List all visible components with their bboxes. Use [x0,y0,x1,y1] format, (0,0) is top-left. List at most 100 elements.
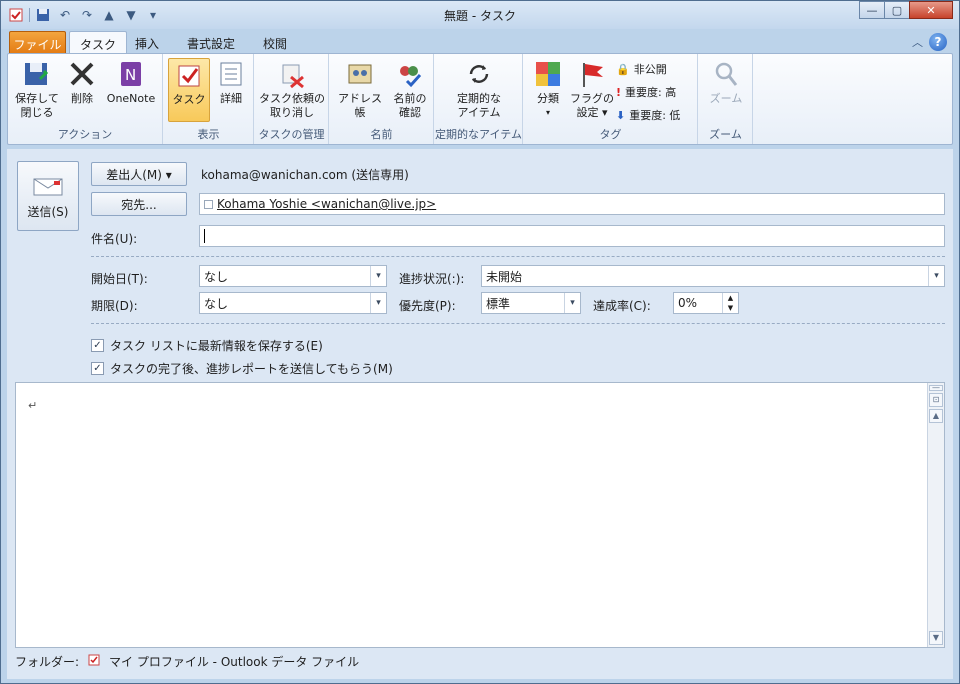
group-label-tags: タグ [599,128,622,141]
save-close-button[interactable]: 保存して 閉じる [12,58,62,122]
categorize-label: 分類 [537,92,559,105]
recurrence-button[interactable]: 定期的な アイテム [445,58,513,122]
onenote-label: OneNote [106,92,156,105]
scroll-down-icon[interactable]: ▼ [929,631,943,645]
check-names-label: 名前の 確認 [393,92,427,119]
percent-value: 0% [678,296,698,310]
folder-label: フォルダー: [15,655,80,669]
follow-up-label: フラグの 設定 ▾ [570,92,614,119]
lock-icon: 🔒 [616,62,630,76]
recurrence-label: 定期的な アイテム [457,92,501,119]
priority-label: 優先度(P): [399,299,456,313]
scroll-split-icon[interactable]: — [929,384,943,392]
task-form: 送信(S) 差出人(M) ▾ kohama@wanichan.com (送信専用… [7,149,953,679]
scroll-up-icon[interactable]: ▲ [929,409,943,423]
follow-up-button[interactable]: フラグの 設定 ▾ [570,58,614,122]
group-label-names: 名前 [370,128,393,141]
check-names-button[interactable]: 名前の 確認 [388,58,432,122]
priority-value: 標準 [486,296,511,311]
delete-icon [66,58,98,90]
group-label-actions: アクション [57,128,113,141]
status-combo[interactable]: 未開始 ▾ [481,265,945,287]
save-close-label: 保存して 閉じる [15,92,59,119]
status-dropdown-icon[interactable]: ▾ [928,266,944,286]
onenote-button[interactable]: N OneNote [102,58,160,122]
save-close-icon [21,58,53,90]
categorize-dropdown-icon: ▾ [545,108,550,117]
recipient-icon [204,199,213,209]
subject-input[interactable] [199,225,945,247]
start-date-dropdown-icon[interactable]: ▾ [370,266,386,286]
delete-label: 削除 [71,92,93,105]
zoom-label: ズーム [709,92,743,105]
close-button[interactable]: ✕ [909,1,953,19]
group-label-zoom: ズーム [709,128,742,141]
tab-file[interactable]: ファイル [9,31,66,54]
status-report-checkbox[interactable]: ✓ タスクの完了後、進捗レポートを送信してもらう(M) [91,360,393,377]
to-field[interactable]: Kohama Yoshie <wanichan@live.jp> [199,193,945,215]
flag-icon [576,58,608,90]
group-display: タスク 詳細 表示 [164,54,254,144]
recipient-value[interactable]: Kohama Yoshie <wanichan@live.jp> [217,197,436,211]
details-label: 詳細 [220,92,242,105]
svg-text:N: N [125,66,136,84]
checkbox-2-box[interactable]: ✓ [91,362,104,375]
magnifier-icon [710,58,742,90]
group-tags: 分類 ▾ フラグの 設定 ▾ 🔒 非公開 ! 重要度: 高 ⬇ 重要度: 低 タ… [524,54,698,144]
start-date-combo[interactable]: なし ▾ [199,265,387,287]
cancel-assignment-label: タスク依頼の 取り消し [259,92,325,119]
help-icon[interactable]: ? [929,33,947,51]
checkbox-1-box[interactable]: ✓ [91,339,104,352]
divider-1 [91,256,945,257]
spin-up-icon[interactable]: ▲ [722,293,738,303]
priority-combo[interactable]: 標準 ▾ [481,292,581,314]
envelope-icon [33,178,63,199]
paragraph-mark: ↵ [28,399,38,412]
percent-label: 達成率(C): [593,299,651,313]
maximize-button[interactable]: ▢ [884,1,910,19]
due-date-dropdown-icon[interactable]: ▾ [370,293,386,313]
details-icon [215,58,247,90]
cancel-assignment-icon [276,58,308,90]
status-label: 進捗状況(:): [399,272,465,286]
send-button[interactable]: 送信(S) [17,161,79,231]
spin-down-icon[interactable]: ▼ [722,303,738,313]
tab-format[interactable]: 書式設定 [177,31,245,54]
group-label-recurrence: 定期的なアイテム [435,128,522,141]
task-view-button[interactable]: タスク [168,58,210,122]
high-importance-button[interactable]: ! 重要度: 高 [616,83,676,101]
task-view-label: タスク [172,93,206,106]
categorize-button[interactable]: 分類 ▾ [528,58,568,122]
due-date-combo[interactable]: なし ▾ [199,292,387,314]
collapse-ribbon-icon[interactable]: ︿ [912,34,923,50]
percent-spinner[interactable]: 0% ▲ ▼ [673,292,739,314]
address-book-button[interactable]: アドレス帳 [334,58,386,122]
details-button[interactable]: 詳細 [212,58,250,122]
delete-button[interactable]: 削除 [64,58,100,122]
group-label-display: 表示 [197,128,220,141]
cancel-assignment-button[interactable]: タスク依頼の 取り消し [257,58,327,122]
vertical-scrollbar[interactable]: — ⊡ ▲ ▼ [927,383,944,647]
private-button[interactable]: 🔒 非公開 [616,60,667,78]
onenote-icon: N [115,58,147,90]
folder-footer: フォルダー: マイ プロファイル - Outlook データ ファイル [15,653,359,670]
status-value: 未開始 [486,269,523,284]
tab-review[interactable]: 校閲 [253,31,297,54]
tab-insert[interactable]: 挿入 [125,31,169,54]
to-button[interactable]: 宛先... [91,192,187,216]
ruler-toggle-icon[interactable]: ⊡ [929,393,943,407]
zoom-button[interactable]: ズーム [703,58,749,122]
group-label-manage-task: タスクの管理 [258,128,325,141]
low-importance-label: 重要度: 低 [629,109,681,122]
low-importance-button[interactable]: ⬇ 重要度: 低 [616,106,680,124]
task-body-editor[interactable]: ↵ — ⊡ ▲ ▼ [15,382,945,648]
minimize-button[interactable]: — [859,1,885,19]
from-button[interactable]: 差出人(M) ▾ [91,162,187,186]
priority-dropdown-icon[interactable]: ▾ [564,293,580,313]
tab-task[interactable]: タスク [69,31,128,54]
group-names: アドレス帳 名前の 確認 名前 [330,54,434,144]
group-actions: 保存して 閉じる 削除 N OneNote アクション [8,54,163,144]
save-updated-copy-checkbox[interactable]: ✓ タスク リストに最新情報を保存する(E) [91,337,323,354]
due-date-label: 期限(D): [91,299,138,313]
subject-label: 件名(U): [91,232,138,246]
